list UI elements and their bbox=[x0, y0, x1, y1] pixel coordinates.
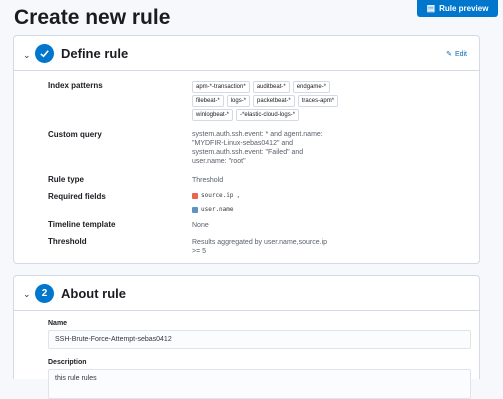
define-rule-panel: ⌄ Define rule ✎ Edit Index patterns apm-… bbox=[13, 35, 480, 264]
edit-label: Edit bbox=[454, 50, 467, 58]
index-pattern-badge: auditbeat-* bbox=[252, 81, 290, 93]
edit-button[interactable]: ✎ Edit bbox=[446, 50, 467, 59]
required-fields-label: Required fields bbox=[48, 192, 106, 201]
step-title-define-rule: Define rule bbox=[61, 46, 129, 61]
description-textarea[interactable]: this rule rules bbox=[48, 369, 471, 399]
custom-query-label: Custom query bbox=[48, 130, 102, 139]
index-pattern-badge: endgame-* bbox=[292, 81, 331, 93]
custom-query-line: system.auth.ssh.event: * and agent.name: bbox=[192, 131, 323, 138]
threshold-label: Threshold bbox=[48, 237, 87, 246]
required-field-name: user.name bbox=[201, 206, 234, 213]
required-field-item: source.ip, bbox=[192, 191, 240, 200]
index-pattern-badge: -*elastic-cloud-logs-* bbox=[236, 109, 300, 121]
threshold-value: Results aggregated by user.name,source.i… bbox=[192, 238, 327, 256]
step-title-about-rule: About rule bbox=[61, 286, 126, 301]
timeline-template-label: Timeline template bbox=[48, 220, 116, 229]
rule-preview-label: Rule preview bbox=[439, 4, 489, 13]
index-patterns-list: apm-*-transaction* auditbeat-* endgame-*… bbox=[192, 81, 362, 121]
custom-query-value: system.auth.ssh.event: * and agent.name:… bbox=[192, 130, 323, 166]
index-pattern-badge: packetbeat-* bbox=[253, 95, 295, 107]
custom-query-line: "MYDFIR-Linux-sebas0412" and bbox=[192, 140, 294, 147]
threshold-line: Results aggregated by user.name,source.i… bbox=[192, 239, 328, 246]
threshold-line: >= 5 bbox=[192, 248, 207, 255]
rule-type-label: Rule type bbox=[48, 175, 85, 184]
name-input[interactable]: SSH-Brute-Force-Attempt-sebas0412 bbox=[48, 330, 471, 349]
divider bbox=[14, 70, 479, 71]
rule-type-value: Threshold bbox=[192, 177, 224, 184]
required-field-separator: , bbox=[236, 192, 241, 199]
index-pattern-badge: traces-apm* bbox=[297, 95, 339, 107]
ip-type-icon bbox=[192, 192, 198, 199]
required-field-item: user.name bbox=[192, 205, 240, 214]
name-label: Name bbox=[48, 320, 68, 327]
index-pattern-badge: logs-* bbox=[226, 95, 251, 107]
check-icon bbox=[35, 44, 54, 63]
keyword-type-icon bbox=[192, 206, 198, 213]
pin-icon: ▤ bbox=[426, 3, 436, 13]
step-number-badge: 2 bbox=[35, 284, 54, 303]
index-pattern-badge: filebeat-* bbox=[192, 95, 224, 107]
custom-query-line: user.name: "root" bbox=[192, 158, 246, 165]
timeline-template-value: None bbox=[192, 222, 209, 229]
pencil-icon: ✎ bbox=[446, 51, 452, 58]
about-rule-panel: ⌄ 2 About rule Name SSH-Brute-Force-Atte… bbox=[13, 275, 480, 399]
custom-query-line: system.auth.ssh.event: "Failed" and bbox=[192, 149, 304, 156]
required-field-name: source.ip bbox=[201, 192, 234, 199]
page-title: Create new rule bbox=[14, 6, 171, 29]
index-pattern-badge: apm-*-transaction* bbox=[192, 81, 250, 93]
description-label: Description bbox=[48, 359, 87, 366]
chevron-down-icon[interactable]: ⌄ bbox=[23, 50, 31, 61]
chevron-down-icon[interactable]: ⌄ bbox=[23, 289, 31, 300]
rule-preview-button[interactable]: ▤ Rule preview bbox=[417, 0, 498, 17]
index-patterns-label: Index patterns bbox=[48, 81, 103, 90]
index-pattern-badge: winlogbeat-* bbox=[192, 109, 234, 121]
divider bbox=[14, 310, 479, 311]
required-fields-list: source.ip, user.name bbox=[192, 191, 240, 214]
